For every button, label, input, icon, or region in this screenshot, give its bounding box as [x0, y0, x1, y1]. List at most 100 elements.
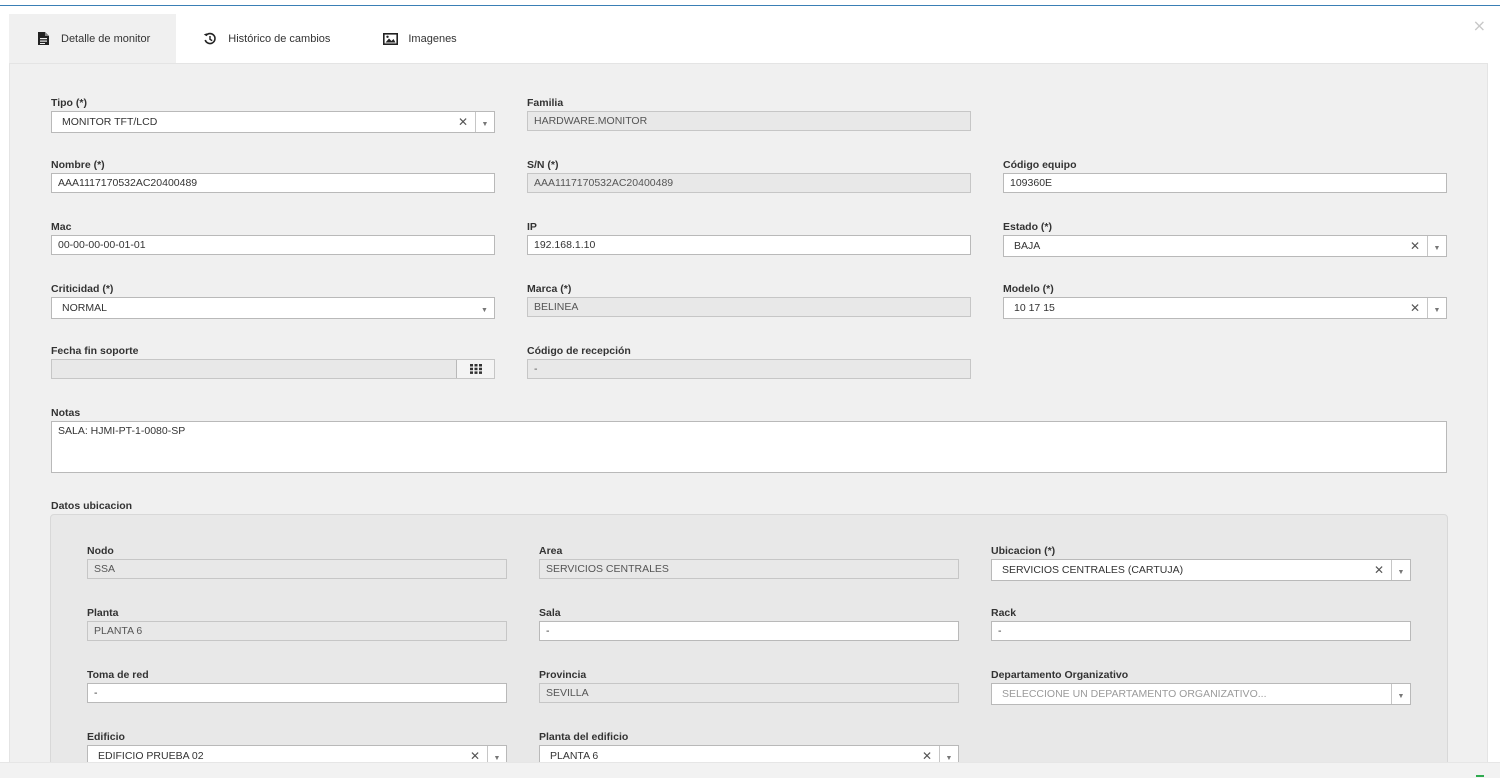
provincia-input: SEVILLA [539, 683, 959, 703]
tab-bar: Detalle de monitor Histórico de cambios … [9, 14, 483, 63]
toma-red-label: Toma de red [87, 669, 149, 681]
modelo-label: Modelo (*) [1003, 283, 1054, 295]
provincia-field: Provincia SEVILLA [539, 669, 959, 703]
ubicacion-label: Ubicacion (*) [991, 545, 1056, 557]
estado-label: Estado (*) [1003, 221, 1053, 233]
ip-input[interactable]: 192.168.1.10 [527, 235, 971, 255]
area-label: Area [539, 545, 563, 557]
tab-imagenes[interactable]: Imagenes [356, 14, 482, 63]
footer-bar [0, 762, 1500, 778]
planta-label: Planta [87, 607, 119, 619]
fecha-fin-soporte-field: Fecha fin soporte [51, 345, 495, 379]
sala-label: Sala [539, 607, 561, 619]
planta-edificio-value: PLANTA 6 [550, 750, 599, 762]
area-input: SERVICIOS CENTRALES [539, 559, 959, 579]
familia-field: Familia HARDWARE.MONITOR [527, 97, 971, 131]
history-icon [202, 31, 218, 47]
criticidad-select[interactable]: NORMAL ▼ [51, 297, 495, 319]
familia-input: HARDWARE.MONITOR [527, 111, 971, 131]
planta-edificio-label: Planta del edificio [539, 731, 629, 743]
familia-label: Familia [527, 97, 564, 109]
area-field: Area SERVICIOS CENTRALES [539, 545, 959, 579]
nodo-label: Nodo [87, 545, 114, 557]
monitor-detail-panel: Tipo (*) MONITOR TFT/LCD ✕ ▼ Familia HAR… [9, 63, 1488, 778]
clear-icon[interactable]: ✕ [1410, 236, 1420, 256]
notas-field: Notas SALA: HJMI-PT-1-0080-SP [51, 407, 1447, 473]
sala-field: Sala - [539, 607, 959, 641]
ip-field: IP 192.168.1.10 [527, 221, 971, 255]
modelo-value: 10 17 15 [1014, 302, 1055, 314]
toma-red-field: Toma de red - [87, 669, 507, 703]
codigo-recepcion-input: - [527, 359, 971, 379]
ubicacion-value: SERVICIOS CENTRALES (CARTUJA) [1002, 564, 1184, 576]
codigo-recepcion-label: Código de recepción [527, 345, 631, 357]
image-icon [382, 31, 398, 47]
planta-field: Planta PLANTA 6 [87, 607, 507, 641]
ubicacion-select[interactable]: SERVICIOS CENTRALES (CARTUJA) ✕ ▼ [991, 559, 1411, 581]
datos-ubicacion-title: Datos ubicacion [51, 500, 133, 512]
status-indicator [1476, 775, 1484, 777]
marca-input: BELINEA [527, 297, 971, 317]
notas-textarea[interactable]: SALA: HJMI-PT-1-0080-SP [51, 421, 1447, 473]
rack-input[interactable]: - [991, 621, 1411, 641]
estado-value: BAJA [1014, 240, 1041, 252]
codigo-equipo-label: Código equipo [1003, 159, 1077, 171]
codigo-equipo-input[interactable]: 109360E [1003, 173, 1447, 193]
mac-input[interactable]: 00-00-00-00-01-01 [51, 235, 495, 255]
tipo-value: MONITOR TFT/LCD [62, 116, 158, 128]
modelo-field: Modelo (*) 10 17 15 ✕ ▼ [1003, 283, 1447, 319]
clear-icon[interactable]: ✕ [458, 112, 468, 132]
tipo-select[interactable]: MONITOR TFT/LCD ✕ ▼ [51, 111, 495, 133]
marca-field: Marca (*) BELINEA [527, 283, 971, 317]
nombre-input[interactable]: AAA1117170532AC20400489 [51, 173, 495, 193]
mac-label: Mac [51, 221, 72, 233]
tab-historico-cambios[interactable]: Histórico de cambios [176, 14, 356, 63]
ubicacion-field: Ubicacion (*) SERVICIOS CENTRALES (CARTU… [991, 545, 1411, 581]
chevron-down-icon[interactable]: ▼ [1427, 236, 1446, 256]
mac-field: Mac 00-00-00-00-01-01 [51, 221, 495, 255]
tab-detalle-monitor[interactable]: Detalle de monitor [9, 14, 177, 63]
departamento-placeholder: SELECCIONE UN DEPARTAMENTO ORGANIZATIVO.… [1002, 688, 1267, 700]
chevron-down-icon[interactable]: ▼ [475, 298, 494, 318]
chevron-down-icon[interactable]: ▼ [1427, 298, 1446, 318]
estado-select[interactable]: BAJA ✕ ▼ [1003, 235, 1447, 257]
calendar-icon[interactable] [456, 360, 494, 378]
chevron-down-icon[interactable]: ▼ [475, 112, 494, 132]
criticidad-value: NORMAL [62, 302, 107, 314]
nombre-field: Nombre (*) AAA1117170532AC20400489 [51, 159, 495, 193]
nodo-input: SSA [87, 559, 507, 579]
tipo-field: Tipo (*) MONITOR TFT/LCD ✕ ▼ [51, 97, 495, 133]
close-icon[interactable]: × [1473, 16, 1486, 35]
departamento-label: Departamento Organizativo [991, 669, 1129, 681]
sala-input[interactable]: - [539, 621, 959, 641]
departamento-select[interactable]: SELECCIONE UN DEPARTAMENTO ORGANIZATIVO.… [991, 683, 1411, 705]
planta-input: PLANTA 6 [87, 621, 507, 641]
modelo-select[interactable]: 10 17 15 ✕ ▼ [1003, 297, 1447, 319]
ubicacion-box: Nodo SSA Area SERVICIOS CENTRALES Ubicac… [50, 514, 1448, 778]
chevron-down-icon[interactable]: ▼ [1391, 560, 1410, 580]
provincia-label: Provincia [539, 669, 587, 681]
criticidad-label: Criticidad (*) [51, 283, 114, 295]
top-accent-line [0, 0, 1500, 6]
chevron-down-icon[interactable]: ▼ [1391, 684, 1410, 704]
estado-field: Estado (*) BAJA ✕ ▼ [1003, 221, 1447, 257]
rack-field: Rack - [991, 607, 1411, 641]
clear-icon[interactable]: ✕ [1410, 298, 1420, 318]
tab-label: Histórico de cambios [228, 32, 331, 45]
fecha-fin-soporte-label: Fecha fin soporte [51, 345, 139, 357]
codigo-equipo-field: Código equipo 109360E [1003, 159, 1447, 193]
nombre-label: Nombre (*) [51, 159, 105, 171]
fecha-fin-soporte-input[interactable] [51, 359, 495, 379]
ip-label: IP [527, 221, 537, 233]
tab-label: Imagenes [408, 32, 457, 45]
sn-input: AAA1117170532AC20400489 [527, 173, 971, 193]
sn-label: S/N (*) [527, 159, 559, 171]
notas-label: Notas [51, 407, 81, 419]
departamento-field: Departamento Organizativo SELECCIONE UN … [991, 669, 1411, 705]
document-icon [35, 31, 51, 47]
edificio-value: EDIFICIO PRUEBA 02 [98, 750, 204, 762]
clear-icon[interactable]: ✕ [1374, 560, 1384, 580]
nodo-field: Nodo SSA [87, 545, 507, 579]
toma-red-input[interactable]: - [87, 683, 507, 703]
marca-label: Marca (*) [527, 283, 572, 295]
